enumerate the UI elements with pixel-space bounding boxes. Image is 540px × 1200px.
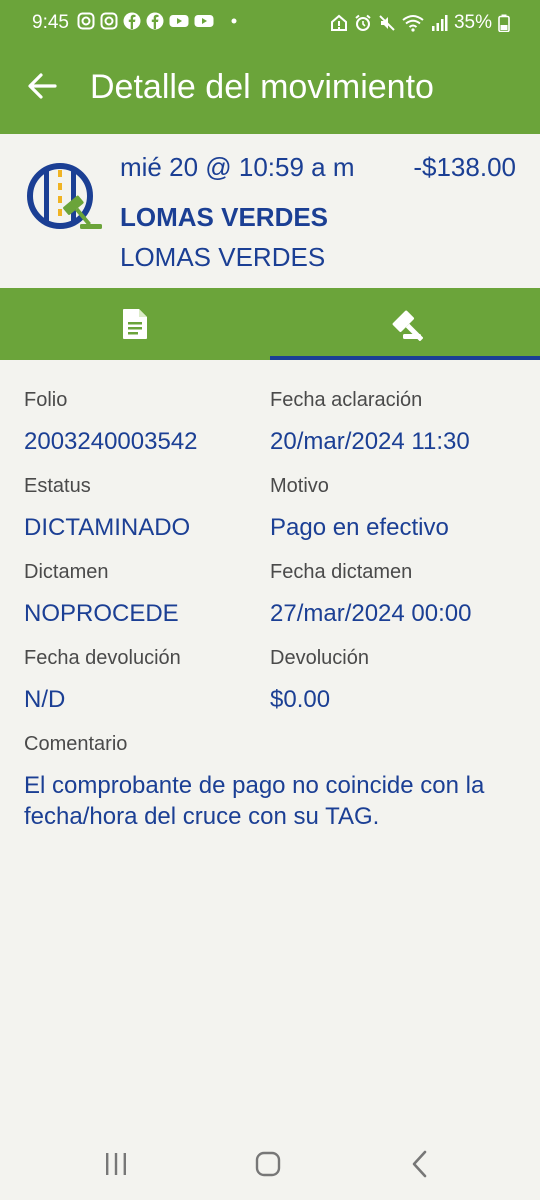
battery-percent: 35%	[453, 12, 492, 33]
booth-location: LOMAS VERDES	[120, 242, 326, 272]
booth-name: LOMAS VERDES	[120, 202, 329, 232]
movement-date: mié 20 @ 10:59 a m	[120, 152, 355, 182]
estatus-label: Estatus	[24, 475, 91, 497]
estatus-value: DICTAMINADO	[24, 514, 191, 541]
tab-bar	[0, 288, 540, 360]
page-title: Detalle del movimiento	[90, 68, 434, 106]
fecha-dictamen-label: Fecha dictamen	[270, 561, 413, 583]
youtube-icon	[194, 15, 214, 27]
tab-indicator	[270, 356, 540, 360]
folio-value: 2003240003542	[24, 428, 198, 455]
recent-apps-button[interactable]	[96, 1146, 136, 1182]
fecha-aclaracion-value: 20/mar/2024 11:30	[270, 428, 470, 455]
facebook-icon	[146, 12, 164, 30]
home-alert-icon	[330, 14, 347, 31]
comentario-label: Comentario	[24, 733, 128, 755]
signal-icon	[431, 15, 448, 31]
wifi-icon	[402, 15, 424, 32]
facebook-icon	[123, 12, 141, 30]
folio-label: Folio	[24, 389, 68, 411]
dictamen-label: Dictamen	[24, 561, 109, 583]
alarm-icon	[355, 14, 371, 31]
devolucion-value: $0.00	[270, 686, 331, 713]
system-nav-bar	[0, 1128, 540, 1200]
status-time: 9:45	[32, 12, 69, 33]
fecha-devolucion-value: N/D	[24, 686, 66, 713]
notification-icons	[77, 12, 241, 30]
gavel-icon	[392, 310, 423, 341]
chevron-left-icon	[412, 1150, 427, 1178]
arrow-left-icon	[28, 73, 57, 99]
tab-detail[interactable]	[0, 288, 270, 360]
youtube-icon	[169, 15, 189, 27]
fecha-dictamen-value: 27/mar/2024 00:00	[270, 600, 472, 627]
recent-apps-icon	[106, 1153, 126, 1175]
movement-amount: -$138.00	[413, 152, 516, 182]
back-button[interactable]	[22, 66, 62, 106]
fecha-aclaracion-label: Fecha aclaración	[270, 389, 423, 411]
toll-road-gavel-icon	[27, 163, 102, 229]
instagram-icon	[100, 12, 118, 30]
motivo-value: Pago en efectivo	[270, 514, 449, 541]
comentario-value: El comprobante de pago no coincide con l…	[24, 772, 485, 830]
status-bar: 9:45 35%	[0, 0, 540, 46]
tab-clarification[interactable]	[270, 288, 540, 360]
mute-icon	[379, 15, 395, 31]
devolucion-label: Devolución	[270, 647, 369, 669]
battery-icon	[498, 14, 510, 32]
home-button[interactable]	[248, 1146, 288, 1182]
document-icon	[123, 309, 147, 339]
system-back-button[interactable]	[400, 1146, 440, 1182]
instagram-icon	[77, 12, 95, 30]
motivo-label: Motivo	[270, 475, 329, 497]
app-bar: Detalle del movimiento	[0, 46, 540, 134]
fecha-devolucion-label: Fecha devolución	[24, 647, 181, 669]
home-icon	[255, 1151, 281, 1177]
movement-header: mié 20 @ 10:59 a m -$138.00 LOMAS VERDES…	[0, 134, 540, 288]
dot-icon	[231, 18, 237, 24]
dictamen-value: NOPROCEDE	[24, 600, 179, 627]
system-icons: 35%	[330, 12, 510, 34]
